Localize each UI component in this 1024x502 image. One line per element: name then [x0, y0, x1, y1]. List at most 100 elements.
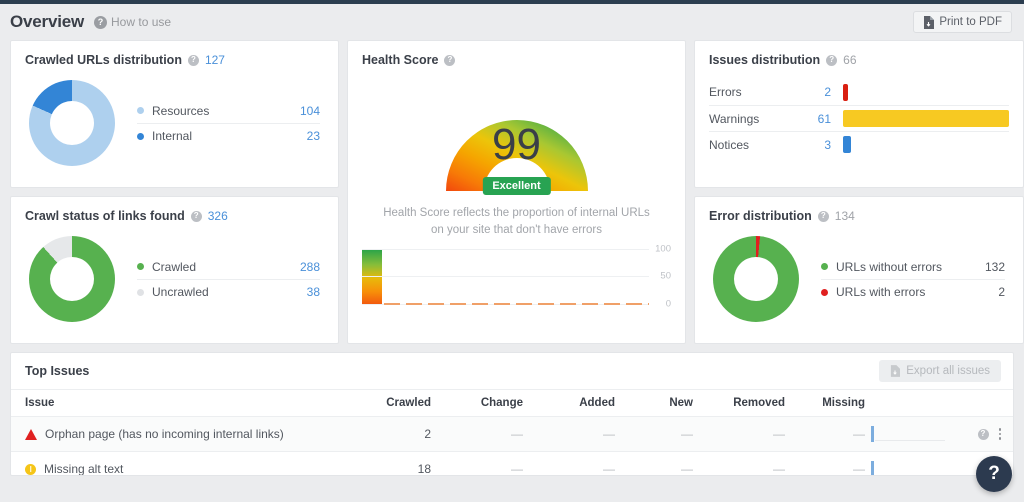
info-icon[interactable]: ? — [190, 210, 202, 222]
bar-value: 2 — [824, 85, 831, 99]
legend-value: 104 — [299, 103, 320, 118]
cell-missing: — — [785, 451, 865, 475]
info-icon[interactable]: ? — [826, 54, 838, 66]
info-icon[interactable]: ? — [444, 54, 456, 66]
bar-item: Warnings 61 — [709, 105, 1009, 131]
card-header: Crawled URLs distribution ? 127 — [25, 53, 324, 67]
page-header: Overview ? How to use Print to PDF — [0, 4, 1024, 40]
table-header-row: Issue Crawled Change Added New Removed M… — [11, 389, 1013, 417]
card-title: Issues distribution — [709, 53, 821, 67]
column-header-missing[interactable]: Missing — [785, 389, 865, 417]
cell-crawled: 2 — [359, 416, 431, 452]
bar-label: Warnings — [709, 111, 760, 126]
document-icon — [924, 15, 935, 29]
donut-chart-crawl-status: Crawled 288 Uncrawled 38 — [25, 227, 324, 331]
legend-item: Resources 104 — [137, 98, 320, 123]
donut-ring — [29, 236, 115, 322]
print-to-pdf-button[interactable]: Print to PDF — [913, 11, 1012, 33]
legend-item: URLs without errors 132 — [821, 254, 1005, 279]
column-header-issue[interactable]: Issue — [11, 389, 359, 417]
cell-new: — — [615, 451, 693, 475]
cell-change: — — [431, 451, 523, 475]
how-to-use-label: How to use — [111, 15, 172, 29]
cell-missing: — — [785, 416, 865, 452]
legend-label: Resources — [152, 103, 210, 118]
bar-track — [843, 136, 1009, 153]
card-title: Crawled URLs distribution — [25, 53, 182, 67]
health-score-badge: Excellent — [482, 177, 551, 195]
top-issues-table: Issue Crawled Change Added New Removed M… — [11, 389, 1013, 476]
card-title: Crawl status of links found — [25, 209, 185, 223]
legend-value: 288 — [299, 259, 320, 274]
column-header-change[interactable]: Change — [431, 389, 523, 417]
help-fab-button[interactable]: ? — [976, 456, 1012, 492]
card-crawl-status: Crawl status of links found ? 326 Crawle… — [10, 196, 339, 344]
card-total: 127 — [204, 53, 225, 67]
legend: Resources 104 Internal 23 — [137, 98, 320, 148]
legend-dot-icon — [821, 263, 828, 270]
issue-label: Orphan page (has no incoming internal li… — [45, 427, 284, 441]
legend-dot-icon — [137, 107, 144, 114]
bar-label: Notices — [709, 137, 750, 152]
legend-value: 2 — [998, 285, 1005, 299]
cell-added: — — [523, 451, 615, 475]
issues-bar-chart: Errors 2 Warnings 61 Notices 3 — [709, 79, 1009, 157]
bar-item: Errors 2 — [709, 79, 1009, 105]
column-header-removed[interactable]: Removed — [693, 389, 785, 417]
export-all-issues-label: Export all issues — [906, 365, 990, 377]
export-all-issues-button[interactable]: Export all issues — [879, 360, 1001, 382]
health-score-description: Health Score reflects the proportion of … — [383, 207, 650, 236]
card-issues-distribution: Issues distribution ? 66 Errors 2 Warnin… — [694, 40, 1024, 188]
table-row[interactable]: Missing alt text 18 — — — — — ? — [11, 451, 1013, 476]
cell-new: — — [615, 416, 693, 452]
card-title: Health Score — [362, 53, 439, 67]
cell-issue: Orphan page (has no incoming internal li… — [11, 416, 359, 452]
bar-value: 61 — [817, 111, 831, 126]
cell-actions: ? — [945, 416, 1013, 452]
legend-value: 23 — [306, 129, 320, 143]
info-icon[interactable]: ? — [817, 210, 829, 222]
card-total: 326 — [207, 209, 228, 223]
cell-trend-sparkline — [865, 416, 945, 452]
card-header: Health Score ? — [362, 53, 671, 67]
cell-crawled: 18 — [359, 451, 431, 475]
y-axis-tick: 50 — [660, 270, 671, 282]
how-to-use-link[interactable]: ? How to use — [94, 15, 171, 29]
cell-removed: — — [693, 451, 785, 475]
legend-label: Crawled — [152, 259, 197, 274]
cell-change: — — [431, 416, 523, 452]
issue-label: Missing alt text — [44, 462, 124, 476]
card-crawled-urls-distribution: Crawled URLs distribution ? 127 Resource… — [10, 40, 339, 188]
y-axis-tick: 0 — [665, 298, 671, 310]
donut-ring — [29, 80, 115, 166]
export-document-icon — [891, 365, 901, 377]
legend-label: URLs without errors — [836, 259, 943, 274]
legend-dot-icon — [137, 263, 144, 270]
trend-line — [384, 303, 649, 306]
cell-added: — — [523, 416, 615, 452]
health-score-value: 99 — [492, 120, 541, 169]
legend: Crawled 288 Uncrawled 38 — [137, 254, 320, 304]
row-menu-icon[interactable] — [998, 428, 1001, 440]
donut-chart-error-distribution: URLs without errors 132 URLs with errors… — [709, 227, 1009, 331]
legend-dot-icon — [137, 132, 144, 140]
health-score-gauge: 99 Excellent Health Score reflects the p… — [362, 71, 671, 238]
print-to-pdf-label: Print to PDF — [939, 16, 1002, 28]
row-help-icon[interactable]: ? — [977, 428, 989, 440]
table-row[interactable]: Orphan page (has no incoming internal li… — [11, 416, 1013, 452]
dashboard-grid: Crawled URLs distribution ? 127 Resource… — [0, 40, 1024, 344]
bar-track — [843, 110, 1009, 127]
card-health-score: Health Score ? 99 Excellent Health Score… — [347, 40, 686, 344]
column-header-crawled[interactable]: Crawled — [359, 389, 431, 417]
legend-item: URLs with errors 2 — [821, 279, 1005, 304]
warning-circle-icon — [25, 463, 36, 475]
error-triangle-icon — [25, 428, 37, 440]
column-header-new[interactable]: New — [615, 389, 693, 417]
y-axis-tick: 100 — [655, 243, 671, 255]
column-header-added[interactable]: Added — [523, 389, 615, 417]
bar-label: Errors — [709, 85, 742, 99]
donut-ring — [713, 236, 799, 322]
legend-label: URLs with errors — [836, 285, 926, 299]
info-icon[interactable]: ? — [187, 54, 199, 66]
card-total: 66 — [843, 53, 857, 67]
